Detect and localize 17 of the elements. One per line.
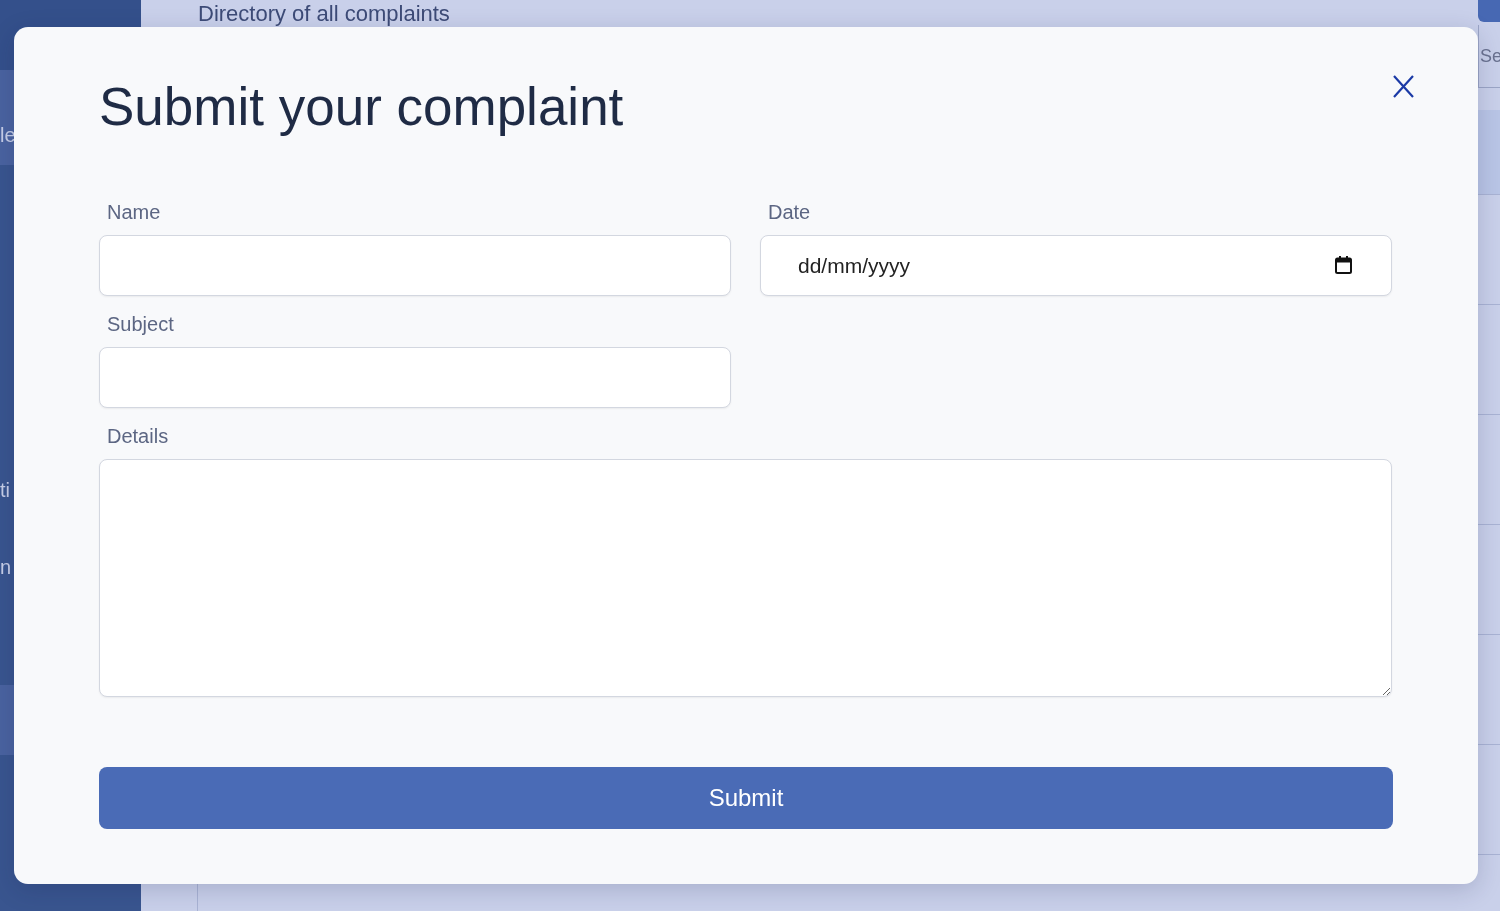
sidebar-item[interactable]: n: [0, 555, 12, 579]
text-input[interactable]: [99, 235, 731, 296]
calendar-icon[interactable]: [1335, 256, 1352, 274]
field-label: Subject: [106, 312, 174, 337]
sidebar-item[interactable]: le: [0, 123, 16, 147]
date-input[interactable]: dd/mm/yyyy: [760, 235, 1392, 296]
close-icon[interactable]: [1393, 75, 1414, 98]
dialog-title: Submit your complaint: [99, 77, 624, 137]
text-input[interactable]: [99, 347, 731, 408]
sidebar-item[interactable]: ti: [0, 478, 10, 502]
field-label: Details: [106, 424, 169, 449]
field-label: Name: [106, 200, 161, 225]
page-heading: Directory of all complaints: [198, 0, 450, 25]
submit-button[interactable]: Submit: [99, 767, 1393, 829]
details-textarea[interactable]: [99, 459, 1392, 697]
header-button[interactable]: [1478, 0, 1500, 22]
field-label: Date: [767, 200, 811, 225]
